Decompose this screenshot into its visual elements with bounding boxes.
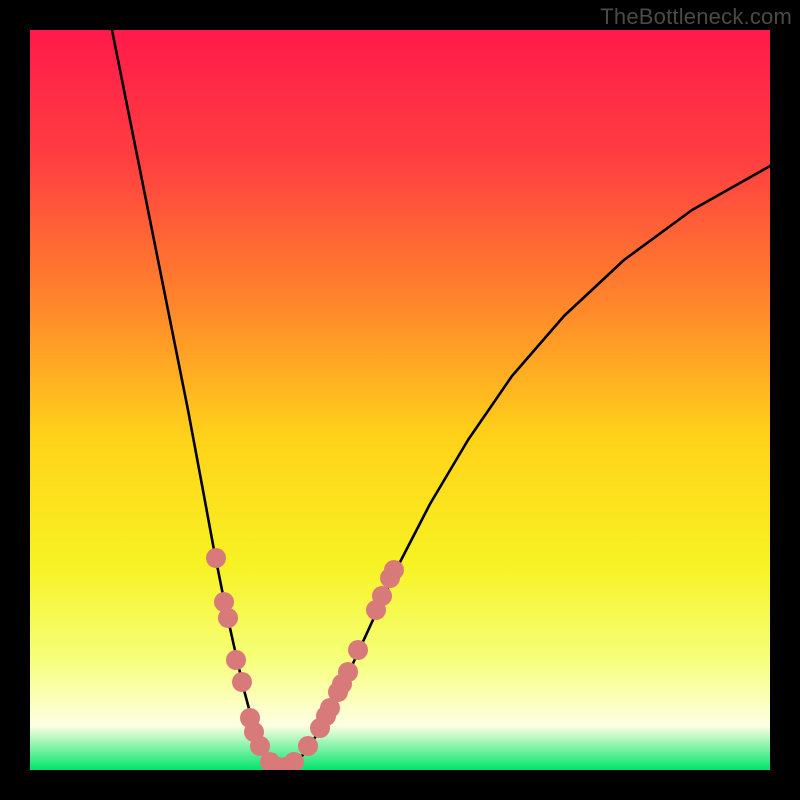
watermark-text: TheBottleneck.com: [600, 4, 792, 30]
black-frame: [0, 0, 800, 800]
